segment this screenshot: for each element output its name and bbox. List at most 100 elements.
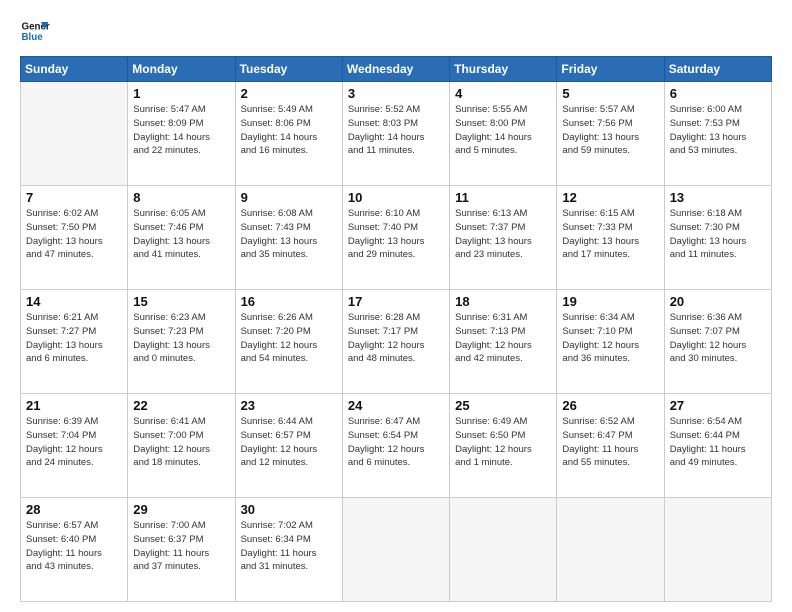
day-number: 20 [670, 294, 766, 309]
calendar-cell [21, 82, 128, 186]
calendar-cell [664, 498, 771, 602]
day-number: 15 [133, 294, 229, 309]
day-number: 21 [26, 398, 122, 413]
day-number: 7 [26, 190, 122, 205]
weekday-header-tuesday: Tuesday [235, 57, 342, 82]
calendar-cell: 6Sunrise: 6:00 AM Sunset: 7:53 PM Daylig… [664, 82, 771, 186]
day-number: 5 [562, 86, 658, 101]
calendar-cell: 5 Sunrise: 5:57 AM Sunset: 7:56 PM Daylig… [557, 82, 664, 186]
calendar-cell: 18 Sunrise: 6:31 AM Sunset: 7:13 PM Dayli… [450, 290, 557, 394]
day-number: 28 [26, 502, 122, 517]
weekday-header-sunday: Sunday [21, 57, 128, 82]
calendar-cell: 28 Sunrise: 6:57 AM Sunset: 6:40 PM Dayli… [21, 498, 128, 602]
day-number: 25 [455, 398, 551, 413]
day-number: 1 [133, 86, 229, 101]
day-number: 4 [455, 86, 551, 101]
day-info: Sunrise: 6:34 AM Sunset: 7:10 PM Dayligh… [562, 311, 658, 366]
day-info: Sunrise: 6:05 AM Sunset: 7:46 PM Dayligh… [133, 207, 229, 262]
calendar-cell: 15 Sunrise: 6:23 AM Sunset: 7:23 PM Dayli… [128, 290, 235, 394]
logo: General Blue [20, 16, 50, 46]
day-info: Sunrise: 6:52 AM Sunset: 6:47 PM Dayligh… [562, 415, 658, 470]
calendar-cell: 30 Sunrise: 7:02 AM Sunset: 6:34 PM Dayli… [235, 498, 342, 602]
day-info: Sunrise: 6:54 AM Sunset: 6:44 PM Dayligh… [670, 415, 766, 470]
day-number: 22 [133, 398, 229, 413]
day-number: 19 [562, 294, 658, 309]
day-number: 14 [26, 294, 122, 309]
day-number: 18 [455, 294, 551, 309]
day-number: 29 [133, 502, 229, 517]
day-info: Sunrise: 6:49 AM Sunset: 6:50 PM Dayligh… [455, 415, 551, 470]
day-info: Sunrise: 6:26 AM Sunset: 7:20 PM Dayligh… [241, 311, 337, 366]
calendar-cell: 10 Sunrise: 6:10 AM Sunset: 7:40 PM Dayli… [342, 186, 449, 290]
calendar-page: General Blue SundayMondayTuesdayWednesda… [0, 0, 792, 612]
calendar-cell: 1 Sunrise: 5:47 AM Sunset: 8:09 PM Daylig… [128, 82, 235, 186]
day-info: Sunrise: 6:02 AM Sunset: 7:50 PM Dayligh… [26, 207, 122, 262]
calendar-cell: 20 Sunrise: 6:36 AM Sunset: 7:07 PM Dayli… [664, 290, 771, 394]
day-info: Sunrise: 5:55 AM Sunset: 8:00 PM Dayligh… [455, 103, 551, 158]
day-number: 23 [241, 398, 337, 413]
calendar-cell: 25 Sunrise: 6:49 AM Sunset: 6:50 PM Dayli… [450, 394, 557, 498]
calendar-cell: 27 Sunrise: 6:54 AM Sunset: 6:44 PM Dayli… [664, 394, 771, 498]
calendar-cell: 21 Sunrise: 6:39 AM Sunset: 7:04 PM Dayli… [21, 394, 128, 498]
weekday-header-saturday: Saturday [664, 57, 771, 82]
svg-text:Blue: Blue [22, 32, 44, 43]
day-number: 9 [241, 190, 337, 205]
calendar-week-row: 28 Sunrise: 6:57 AM Sunset: 6:40 PM Dayli… [21, 498, 772, 602]
calendar-cell: 7 Sunrise: 6:02 AM Sunset: 7:50 PM Daylig… [21, 186, 128, 290]
day-info: Sunrise: 6:57 AM Sunset: 6:40 PM Dayligh… [26, 519, 122, 574]
calendar-cell: 19 Sunrise: 6:34 AM Sunset: 7:10 PM Dayli… [557, 290, 664, 394]
calendar-cell: 16Sunrise: 6:26 AM Sunset: 7:20 PM Dayli… [235, 290, 342, 394]
weekday-header-thursday: Thursday [450, 57, 557, 82]
day-info: Sunrise: 6:39 AM Sunset: 7:04 PM Dayligh… [26, 415, 122, 470]
calendar-cell [450, 498, 557, 602]
day-number: 30 [241, 502, 337, 517]
day-info: Sunrise: 5:49 AM Sunset: 8:06 PM Dayligh… [241, 103, 337, 158]
calendar-week-row: 7 Sunrise: 6:02 AM Sunset: 7:50 PM Daylig… [21, 186, 772, 290]
day-info: Sunrise: 6:23 AM Sunset: 7:23 PM Dayligh… [133, 311, 229, 366]
day-info: Sunrise: 5:47 AM Sunset: 8:09 PM Dayligh… [133, 103, 229, 158]
calendar-cell: 3 Sunrise: 5:52 AM Sunset: 8:03 PM Daylig… [342, 82, 449, 186]
day-info: Sunrise: 6:44 AM Sunset: 6:57 PM Dayligh… [241, 415, 337, 470]
calendar-cell: 8 Sunrise: 6:05 AM Sunset: 7:46 PM Daylig… [128, 186, 235, 290]
calendar-cell: 26 Sunrise: 6:52 AM Sunset: 6:47 PM Dayli… [557, 394, 664, 498]
day-info: Sunrise: 6:36 AM Sunset: 7:07 PM Dayligh… [670, 311, 766, 366]
day-number: 12 [562, 190, 658, 205]
day-info: Sunrise: 6:28 AM Sunset: 7:17 PM Dayligh… [348, 311, 444, 366]
weekday-header-wednesday: Wednesday [342, 57, 449, 82]
day-number: 27 [670, 398, 766, 413]
calendar-cell [557, 498, 664, 602]
weekday-header-monday: Monday [128, 57, 235, 82]
page-header: General Blue [20, 16, 772, 46]
day-info: Sunrise: 6:31 AM Sunset: 7:13 PM Dayligh… [455, 311, 551, 366]
calendar-cell [342, 498, 449, 602]
day-number: 11 [455, 190, 551, 205]
calendar-cell: 12Sunrise: 6:15 AM Sunset: 7:33 PM Dayli… [557, 186, 664, 290]
day-info: Sunrise: 6:21 AM Sunset: 7:27 PM Dayligh… [26, 311, 122, 366]
calendar-week-row: 1 Sunrise: 5:47 AM Sunset: 8:09 PM Daylig… [21, 82, 772, 186]
calendar-cell: 13Sunrise: 6:18 AM Sunset: 7:30 PM Dayli… [664, 186, 771, 290]
calendar-cell: 24 Sunrise: 6:47 AM Sunset: 6:54 PM Dayli… [342, 394, 449, 498]
day-number: 6 [670, 86, 766, 101]
day-number: 3 [348, 86, 444, 101]
day-number: 2 [241, 86, 337, 101]
calendar-cell: 14 Sunrise: 6:21 AM Sunset: 7:27 PM Dayli… [21, 290, 128, 394]
calendar-cell: 2 Sunrise: 5:49 AM Sunset: 8:06 PM Daylig… [235, 82, 342, 186]
day-number: 24 [348, 398, 444, 413]
calendar-cell: 11 Sunrise: 6:13 AM Sunset: 7:37 PM Dayli… [450, 186, 557, 290]
calendar-cell: 22Sunrise: 6:41 AM Sunset: 7:00 PM Dayli… [128, 394, 235, 498]
day-number: 10 [348, 190, 444, 205]
calendar-cell: 9 Sunrise: 6:08 AM Sunset: 7:43 PM Daylig… [235, 186, 342, 290]
day-number: 8 [133, 190, 229, 205]
calendar-table: SundayMondayTuesdayWednesdayThursdayFrid… [20, 56, 772, 602]
day-info: Sunrise: 6:47 AM Sunset: 6:54 PM Dayligh… [348, 415, 444, 470]
day-info: Sunrise: 6:08 AM Sunset: 7:43 PM Dayligh… [241, 207, 337, 262]
day-info: Sunrise: 6:13 AM Sunset: 7:37 PM Dayligh… [455, 207, 551, 262]
day-info: Sunrise: 7:00 AM Sunset: 6:37 PM Dayligh… [133, 519, 229, 574]
day-info: Sunrise: 5:57 AM Sunset: 7:56 PM Dayligh… [562, 103, 658, 158]
calendar-cell: 29 Sunrise: 7:00 AM Sunset: 6:37 PM Dayli… [128, 498, 235, 602]
day-number: 17 [348, 294, 444, 309]
day-info: Sunrise: 5:52 AM Sunset: 8:03 PM Dayligh… [348, 103, 444, 158]
day-info: Sunrise: 6:10 AM Sunset: 7:40 PM Dayligh… [348, 207, 444, 262]
day-info: Sunrise: 7:02 AM Sunset: 6:34 PM Dayligh… [241, 519, 337, 574]
day-number: 26 [562, 398, 658, 413]
